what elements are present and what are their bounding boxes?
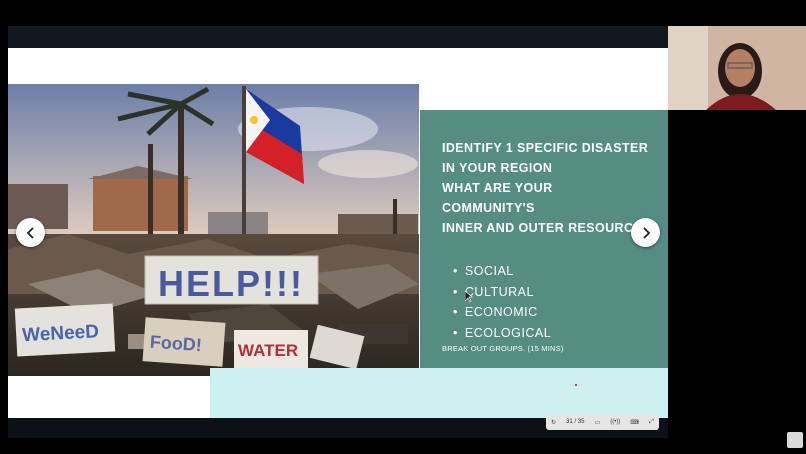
heading-line: IDENTIFY 1 SPECIFIC DISASTER [442, 141, 649, 155]
heading-line: INNER AND OUTER RESOURCES? [442, 221, 659, 235]
reload-icon[interactable]: ↻ [551, 419, 556, 426]
settings-icon[interactable] [787, 432, 803, 448]
slide-header-strip [8, 26, 668, 48]
webcam-feed [668, 26, 806, 110]
panel-bottom-band [210, 368, 668, 418]
bullet-item: ECONOMIC [453, 302, 551, 323]
keyboard-icon[interactable]: ⌨ [630, 419, 639, 426]
breakout-note: BREAK OUT GROUPS. (15 MINS) [442, 344, 564, 353]
sign-we-need: WeNeeD [22, 321, 100, 346]
sign-food: FooD! [149, 332, 202, 356]
heading-line: COMMUNITY'S [442, 201, 535, 215]
disaster-photo: HELP!!! WeNeeD FooD! WATER [8, 84, 419, 376]
sign-help: HELP!!! [158, 263, 304, 304]
present-icon[interactable]: ▭ [595, 419, 601, 426]
chevron-left-icon [26, 226, 34, 239]
bullet-item: ECOLOGICAL [453, 323, 551, 344]
broadcast-icon[interactable]: ((•)) [610, 419, 620, 425]
page-indicator: 31 / 35 [566, 419, 585, 425]
top-bar [0, 0, 806, 26]
fullscreen-icon[interactable]: ⤢ [649, 419, 654, 426]
sign-water: WATER [238, 341, 298, 360]
bullet-item: SOCIAL [453, 261, 551, 282]
pointer-dot [575, 384, 577, 386]
prev-slide-button[interactable] [16, 218, 45, 247]
heading-line: WHAT ARE YOUR [442, 181, 553, 195]
chevron-right-icon [642, 226, 650, 239]
heading-line: IN YOUR REGION [442, 161, 553, 175]
slide: HELP!!! WeNeeD FooD! WATER IDENTIFY 1 SP… [8, 48, 668, 418]
mouse-cursor-icon [465, 291, 473, 303]
slide-heading: IDENTIFY 1 SPECIFIC DISASTER IN YOUR REG… [442, 138, 662, 238]
next-slide-button[interactable] [631, 218, 660, 247]
presentation-controls: ↻ 31 / 35 ▭ ((•)) ⌨ ⤢ [546, 414, 659, 430]
content-panel: IDENTIFY 1 SPECIFIC DISASTER IN YOUR REG… [420, 110, 668, 368]
